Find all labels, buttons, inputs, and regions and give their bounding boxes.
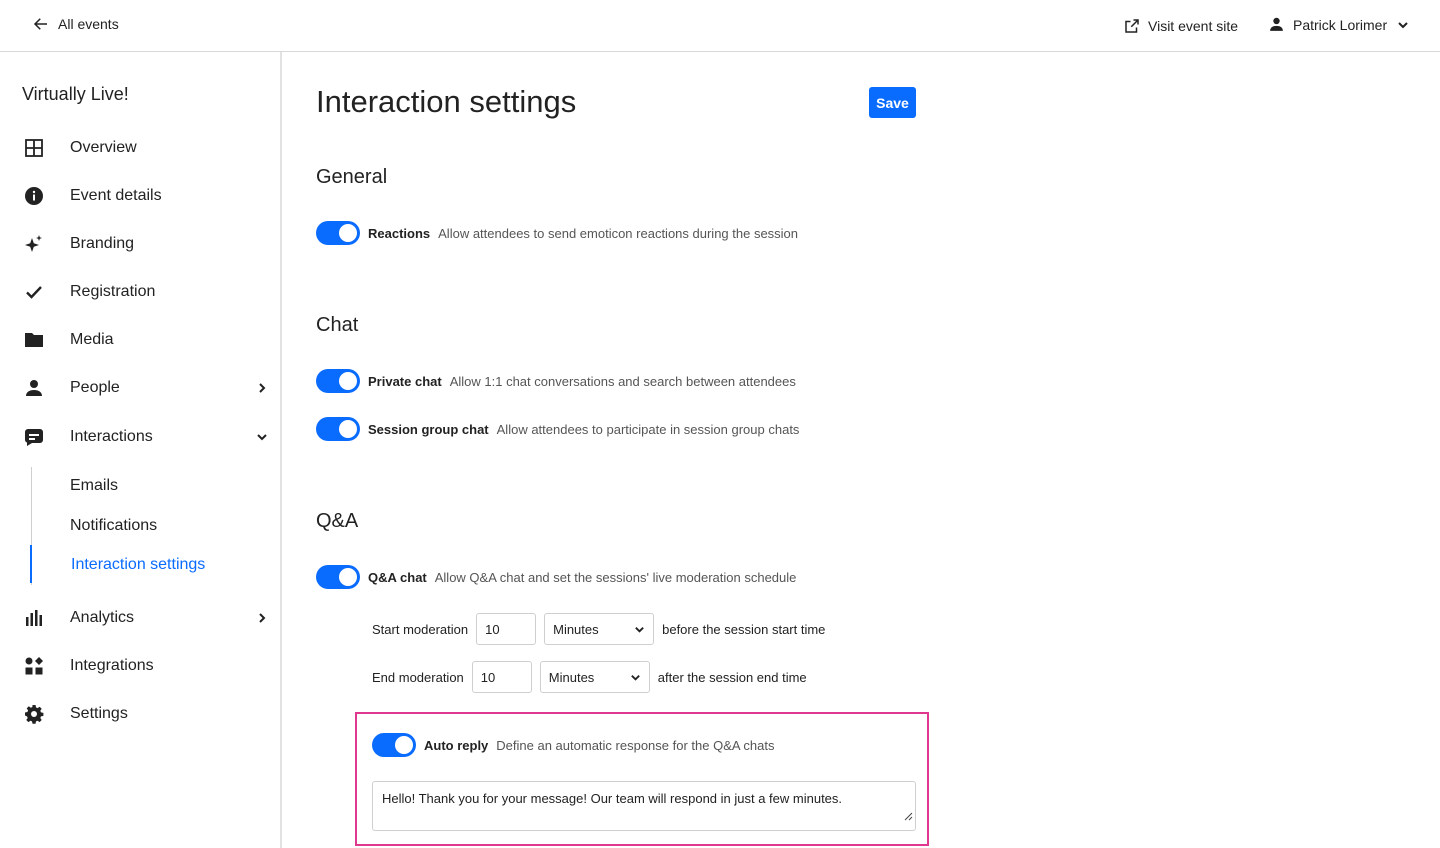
chevron-down-icon xyxy=(630,674,640,681)
visit-event-site-link[interactable]: Visit event site xyxy=(1123,17,1238,35)
all-events-label: All events xyxy=(58,16,119,32)
sidebar-subitem-emails[interactable]: Emails xyxy=(70,477,118,495)
external-link-icon xyxy=(1125,19,1139,33)
sidebar-item-overview[interactable]: Overview xyxy=(0,128,280,168)
all-events-link[interactable]: All events xyxy=(32,15,119,33)
reactions-description: Allow attendees to send emoticon reactio… xyxy=(438,225,799,241)
sidebar-item-label: Registration xyxy=(70,283,156,300)
grid-icon xyxy=(23,137,45,159)
session-group-chat-title: Session group chat xyxy=(368,421,489,437)
sidebar-item-media[interactable]: Media xyxy=(0,320,280,360)
auto-reply-title: Auto reply xyxy=(424,737,489,753)
user-menu[interactable]: Patrick Lorimer xyxy=(1268,16,1409,33)
sidebar-item-analytics[interactable]: Analytics xyxy=(0,598,280,638)
resize-grip-icon[interactable] xyxy=(903,811,913,821)
sidebar-item-label: Overview xyxy=(70,139,137,156)
section-heading-chat: Chat xyxy=(316,314,359,336)
chevron-right-icon xyxy=(259,383,266,393)
folder-icon xyxy=(23,329,45,351)
sidebar: Virtually Live! Overview Event details B… xyxy=(0,52,282,848)
private-chat-setting: Private chat Allow 1:1 chat conversation… xyxy=(316,369,796,393)
info-icon xyxy=(23,185,45,207)
bar-chart-icon xyxy=(23,607,45,629)
session-group-chat-setting: Session group chat Allow attendees to pa… xyxy=(316,417,799,441)
sidebar-item-interactions[interactable]: Interactions xyxy=(0,417,280,457)
section-heading-general: General xyxy=(316,166,388,188)
sidebar-subitem-interaction-settings[interactable]: Interaction settings xyxy=(71,556,205,574)
check-icon xyxy=(23,281,45,303)
event-name: Virtually Live! xyxy=(22,84,129,104)
chat-icon xyxy=(23,426,45,448)
private-chat-description: Allow 1:1 chat conversations and search … xyxy=(449,373,796,389)
sidebar-item-label: People xyxy=(70,379,120,396)
sidebar-item-label: Settings xyxy=(70,705,128,722)
reactions-toggle[interactable] xyxy=(316,221,360,245)
session-group-chat-description: Allow attendees to participate in sessio… xyxy=(496,421,800,437)
sparkle-icon xyxy=(23,233,45,255)
end-moderation-label: End moderation xyxy=(372,669,464,685)
start-moderation-row: Start moderation Minutes before the sess… xyxy=(372,613,825,645)
sidebar-item-label: Interactions xyxy=(70,428,153,445)
submenu-active-indicator xyxy=(30,545,32,583)
sidebar-item-label: Event details xyxy=(70,187,162,204)
session-group-chat-toggle[interactable] xyxy=(316,417,360,441)
sidebar-item-branding[interactable]: Branding xyxy=(0,224,280,264)
sidebar-item-label: Branding xyxy=(70,235,135,252)
auto-reply-setting: Auto reply Define an automatic response … xyxy=(372,733,775,757)
sidebar-item-event-details[interactable]: Event details xyxy=(0,176,280,216)
sidebar-item-registration[interactable]: Registration xyxy=(0,272,280,312)
private-chat-title: Private chat xyxy=(368,373,442,389)
start-moderation-unit-select[interactable]: Minutes xyxy=(544,613,655,645)
visit-event-site-label: Visit event site xyxy=(1148,18,1239,34)
qa-chat-description: Allow Q&A chat and set the sessions' liv… xyxy=(434,569,797,585)
end-moderation-input[interactable] xyxy=(471,661,532,693)
private-chat-toggle[interactable] xyxy=(316,369,360,393)
sidebar-item-settings[interactable]: Settings xyxy=(0,694,280,734)
sidebar-item-label: Analytics xyxy=(70,609,135,626)
arrow-left-icon xyxy=(33,18,47,30)
auto-reply-textarea[interactable]: Hello! Thank you for your message! Our t… xyxy=(372,781,916,831)
start-moderation-label: Start moderation xyxy=(372,621,469,637)
reactions-title: Reactions xyxy=(368,225,431,241)
start-moderation-unit-value: Minutes xyxy=(553,621,599,637)
chevron-right-icon xyxy=(259,613,266,623)
qa-chat-setting: Q&A chat Allow Q&A chat and set the sess… xyxy=(316,565,796,589)
auto-reply-description: Define an automatic response for the Q&A… xyxy=(496,737,775,753)
top-bar: All events Visit event site Patrick Lori… xyxy=(0,0,1440,52)
gear-icon xyxy=(23,703,45,725)
sidebar-item-people[interactable]: People xyxy=(0,368,280,408)
page-title: Interaction settings xyxy=(316,84,577,119)
auto-reply-toggle[interactable] xyxy=(372,733,416,757)
integrations-icon xyxy=(23,655,45,677)
qa-chat-title: Q&A chat xyxy=(368,569,427,585)
start-moderation-suffix: before the session start time xyxy=(662,621,826,637)
reactions-setting: Reactions Allow attendees to send emotic… xyxy=(316,221,798,245)
end-moderation-unit-select[interactable]: Minutes xyxy=(539,661,650,693)
qa-chat-toggle[interactable] xyxy=(316,565,360,589)
end-moderation-suffix: after the session end time xyxy=(657,669,807,685)
sidebar-item-label: Media xyxy=(70,331,114,348)
sidebar-subitem-notifications[interactable]: Notifications xyxy=(70,517,157,535)
sidebar-item-label: Integrations xyxy=(70,657,154,674)
chevron-down-icon xyxy=(257,434,267,441)
end-moderation-unit-value: Minutes xyxy=(548,669,595,685)
sidebar-item-integrations[interactable]: Integrations xyxy=(0,646,280,686)
end-moderation-row: End moderation Minutes after the session… xyxy=(372,661,807,693)
save-button[interactable]: Save xyxy=(869,87,916,118)
person-icon xyxy=(23,377,45,399)
person-icon xyxy=(1270,17,1283,31)
chevron-down-icon xyxy=(635,626,644,633)
start-moderation-input[interactable] xyxy=(476,613,537,645)
section-heading-qa: Q&A xyxy=(316,510,359,532)
user-name: Patrick Lorimer xyxy=(1293,16,1388,33)
chevron-down-icon xyxy=(1398,21,1408,28)
